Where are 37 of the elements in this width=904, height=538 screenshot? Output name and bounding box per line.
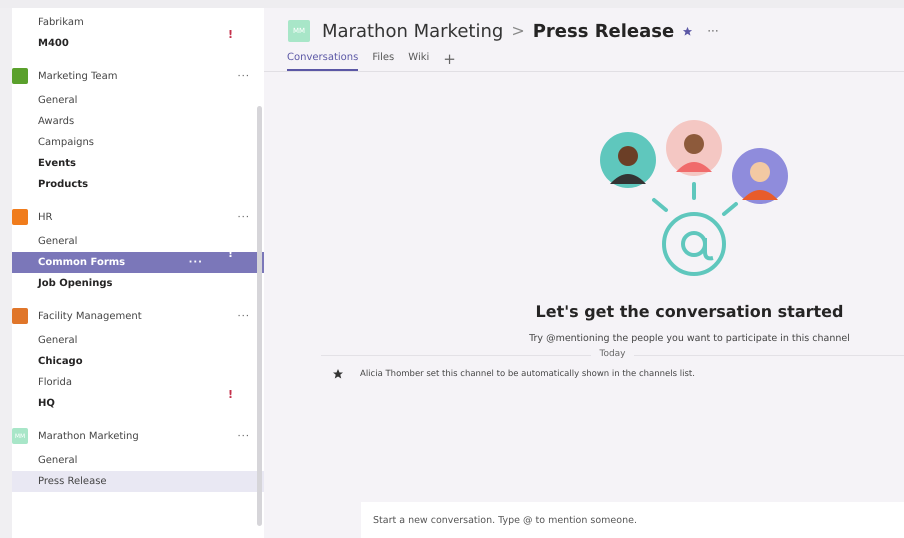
channel-item[interactable]: General — [12, 231, 264, 252]
channel-item[interactable]: Job Openings — [12, 273, 264, 294]
tab[interactable]: Files — [372, 49, 394, 71]
tab[interactable]: Conversations — [287, 49, 358, 71]
important-icon: ! — [210, 370, 250, 421]
more-options-icon[interactable]: ··· — [237, 68, 250, 84]
channel-item[interactable]: Campaigns — [12, 132, 264, 153]
channel-name: Press Release — [532, 20, 674, 44]
breadcrumb-separator: > — [511, 20, 525, 42]
channel-item[interactable]: Press Release — [12, 471, 264, 492]
favorite-star-icon[interactable] — [682, 26, 694, 36]
empty-state-subtitle: Try @mentioning the people you want to participate in this channel — [529, 332, 850, 346]
channel-item[interactable]: Products — [12, 174, 264, 195]
important-icon: ! — [210, 10, 250, 61]
system-message: Alicia Thomber set this channel to be automatically shown in the channels list. — [360, 368, 695, 380]
channel-item[interactable]: General — [12, 330, 264, 351]
channel-item[interactable]: Events — [12, 153, 264, 174]
team-item[interactable]: Marketing Team ··· — [12, 62, 264, 90]
date-divider-label: Today — [598, 348, 627, 362]
empty-state-heading: Let's get the conversation started — [536, 301, 844, 323]
more-options-icon[interactable]: ··· — [237, 210, 250, 224]
compose-message-field[interactable]: Start a new conversation. Type @ to mention someone. — [361, 502, 904, 538]
star-icon — [332, 368, 344, 380]
add-tab-button[interactable]: + — [443, 52, 456, 71]
channel-item[interactable]: Awards — [12, 111, 264, 132]
scrollbar[interactable] — [257, 106, 262, 526]
team-item[interactable]: Facility Management ··· — [12, 302, 264, 330]
more-options-icon[interactable]: ··· — [188, 255, 203, 270]
channel-item[interactable]: General — [12, 450, 264, 471]
channel-item[interactable]: Chicago — [12, 351, 264, 372]
tab[interactable]: Wiki — [408, 49, 430, 71]
channel-item[interactable]: General — [12, 90, 264, 111]
more-options-icon[interactable]: ··· — [237, 308, 250, 324]
more-options-icon[interactable]: ··· — [707, 22, 719, 40]
team-name: Marathon Marketing — [322, 20, 504, 44]
more-options-icon[interactable]: ··· — [237, 428, 250, 444]
team-item[interactable]: HR ··· — [12, 203, 264, 231]
